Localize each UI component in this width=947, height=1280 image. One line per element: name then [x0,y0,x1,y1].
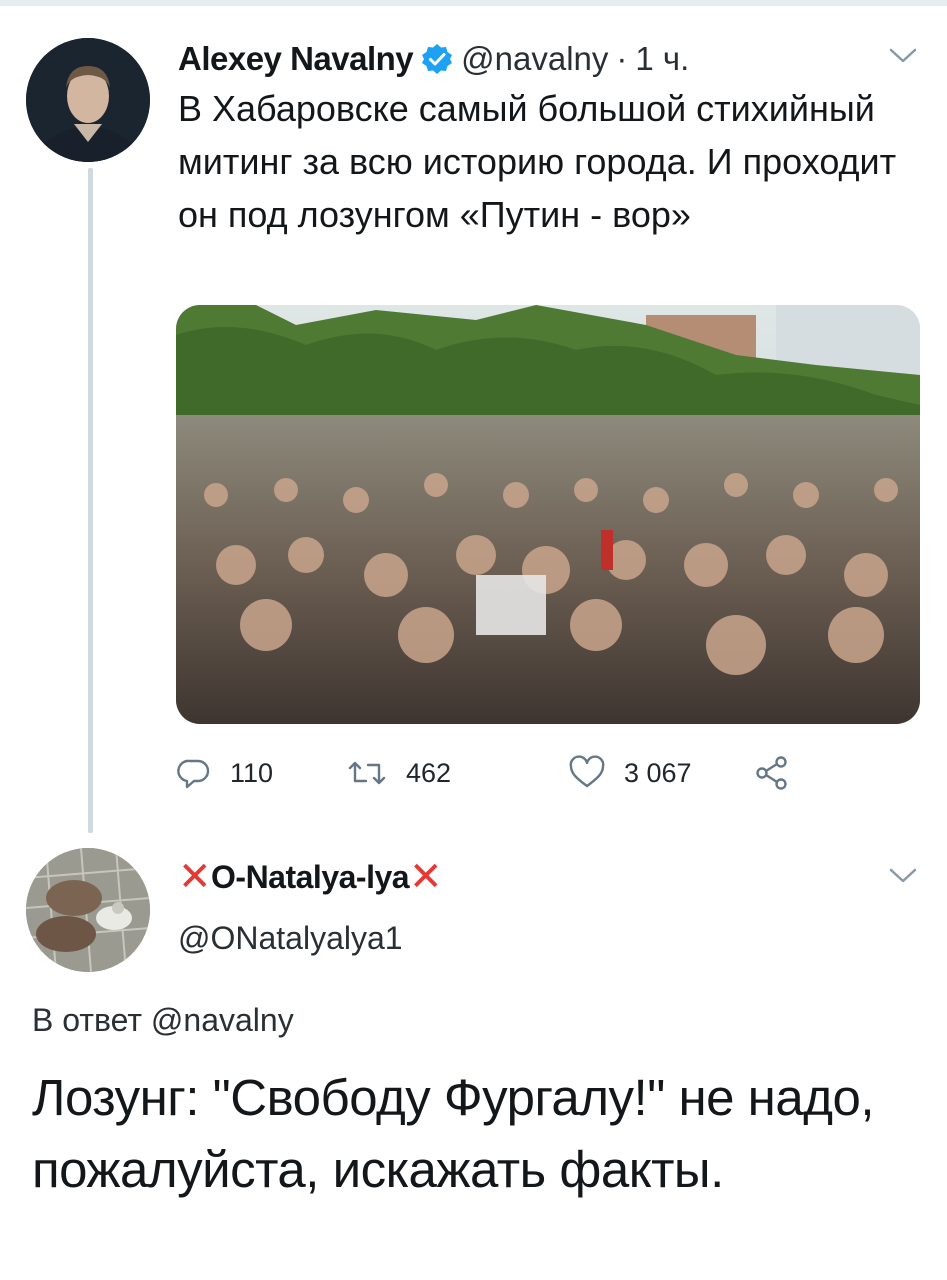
author-name[interactable]: Alexey Navalny [178,40,414,78]
reply-icon [177,759,210,789]
reply-button[interactable]: 110 [176,752,273,794]
top-divider [0,0,947,6]
tweet-header: Alexey Navalny @navalny · 1 ч. [178,36,689,82]
avatar-navalny[interactable] [26,38,150,162]
cross-mark-icon: ✕ [178,855,212,899]
share-icon [756,756,787,790]
share-button[interactable] [754,752,808,794]
tweet-time[interactable]: 1 ч. [635,40,689,78]
retweet-icon [348,761,386,785]
reply-author-handle[interactable]: @ONatalyalya1 [178,920,403,957]
chevron-down-icon[interactable] [888,46,918,66]
like-button[interactable]: 3 067 [568,752,692,794]
reply-author-name-text: O-Natalya-lya [211,858,410,895]
reply-author-name[interactable]: ✕ O-Natalya-lya ✕ [178,855,443,899]
tweet-media-photo[interactable] [176,305,920,724]
author-handle[interactable]: @navalny [461,40,608,78]
separator-dot: · [616,40,628,77]
reply-count: 110 [230,757,274,788]
like-count: 3 067 [624,757,692,788]
chevron-down-icon[interactable] [888,866,918,886]
verified-icon [421,43,453,75]
retweet-count: 462 [406,757,452,788]
tweet-text: В Хабаровске самый большой стихийный мит… [178,88,897,235]
like-icon [569,755,605,788]
reply-text: Лозунг: "Свободу Фургалу!" не надо, пожа… [32,1069,875,1198]
tweet-actions-bar: 110 462 3 067 [176,752,816,794]
replying-to-label[interactable]: В ответ @navalny [32,1002,294,1039]
retweet-button[interactable]: 462 [346,752,451,794]
thread-connector-line [88,168,93,833]
cross-mark-icon: ✕ [409,855,443,899]
avatar-natalya[interactable] [26,848,150,972]
